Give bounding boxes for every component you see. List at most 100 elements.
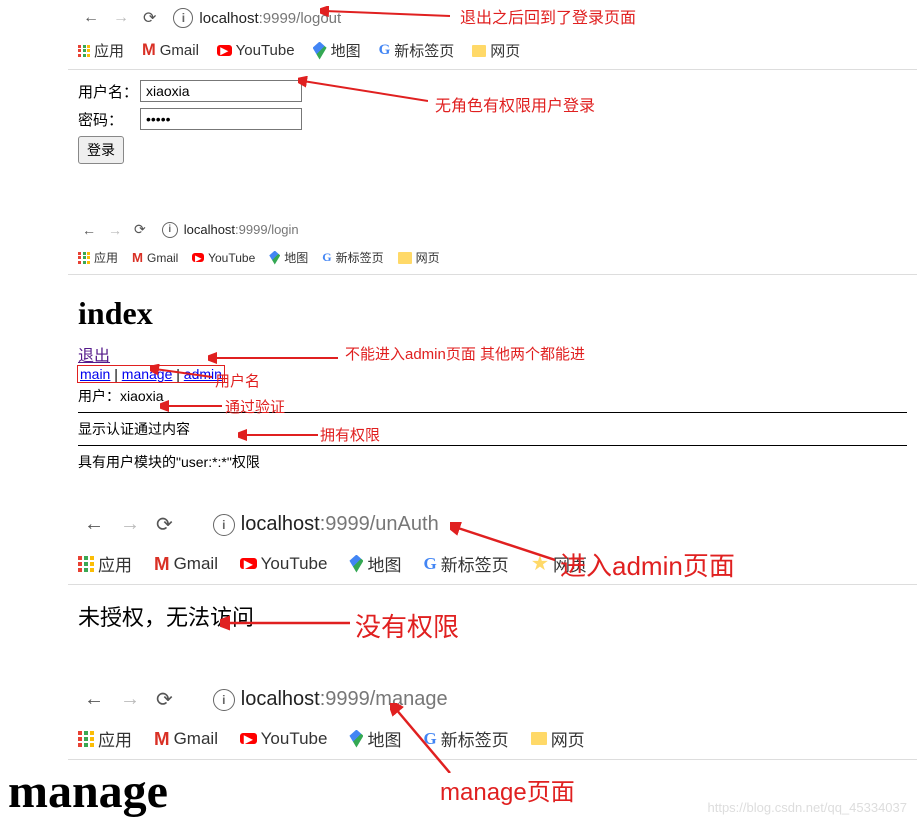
- bookmark-label: 应用: [94, 40, 124, 61]
- bookmark-label: YouTube: [236, 42, 295, 59]
- reload-icon[interactable]: ⟳: [150, 508, 179, 541]
- bookmark-label: 新标签页: [441, 726, 509, 751]
- site-info-icon[interactable]: i: [213, 514, 235, 536]
- gmail-icon: M: [142, 41, 156, 60]
- address-bar[interactable]: i localhost:9999/unAuth: [213, 513, 439, 536]
- bookmark-maps[interactable]: 地图: [269, 249, 308, 266]
- youtube-icon: ▶: [240, 733, 257, 745]
- back-icon[interactable]: ←: [78, 509, 110, 540]
- bookmark-youtube[interactable]: ▶ YouTube: [240, 554, 327, 574]
- password-label: 密码：: [78, 109, 140, 130]
- link-main[interactable]: main: [80, 366, 110, 382]
- bookmark-newtab[interactable]: G新标签页: [322, 249, 383, 266]
- address-bar[interactable]: i localhost:9999/logout: [173, 8, 341, 28]
- bookmark-newtab[interactable]: G新标签页: [423, 551, 508, 576]
- back-icon[interactable]: ←: [78, 221, 100, 239]
- bookmark-label: 新标签页: [441, 551, 509, 576]
- bookmarks-bar: 应用 MGmail ▶ YouTube 地图 G新标签页 网页: [68, 245, 917, 275]
- bookmark-gmail[interactable]: MGmail: [154, 553, 218, 575]
- username-label: 用户名：: [78, 81, 140, 102]
- bookmark-label: 地图: [331, 40, 361, 61]
- gmail-icon: M: [154, 728, 170, 750]
- youtube-icon: ▶: [192, 253, 204, 261]
- user-line: 用户：xiaoxia: [78, 386, 907, 406]
- page-title: index: [78, 295, 907, 332]
- bookmark-apps[interactable]: 应用: [78, 726, 132, 751]
- password-input[interactable]: [140, 108, 302, 130]
- bookmark-label: 网页: [553, 551, 587, 576]
- maps-icon: [349, 730, 363, 748]
- site-info-icon[interactable]: i: [162, 222, 178, 238]
- google-icon: G: [423, 729, 436, 749]
- forward-icon[interactable]: →: [114, 684, 146, 715]
- link-manage[interactable]: manage: [122, 366, 173, 382]
- bookmark-youtube[interactable]: ▶ YouTube: [240, 729, 327, 749]
- bookmark-label: Gmail: [174, 729, 218, 749]
- bookmark-maps[interactable]: 地图: [349, 726, 401, 751]
- reload-icon[interactable]: ⟳: [130, 220, 150, 239]
- forward-icon[interactable]: →: [108, 7, 134, 29]
- login-button[interactable]: 登录: [78, 136, 124, 164]
- reload-icon[interactable]: ⟳: [138, 6, 161, 30]
- nav-links-box: main | manage | admin: [78, 366, 224, 382]
- maps-icon: [313, 42, 327, 60]
- google-icon: G: [423, 554, 436, 574]
- username-input[interactable]: [140, 80, 302, 102]
- bookmark-label: Gmail: [160, 42, 199, 59]
- bookmark-label: 应用: [94, 249, 118, 266]
- bookmark-youtube[interactable]: ▶ YouTube: [217, 42, 295, 59]
- forward-icon[interactable]: →: [114, 509, 146, 540]
- apps-icon: [78, 731, 94, 747]
- youtube-icon: ▶: [217, 45, 232, 56]
- browser-toolbar: ← → ⟳ i localhost:9999/manage: [68, 677, 917, 722]
- watermark: https://blog.csdn.net/qq_45334037: [708, 800, 908, 815]
- reload-icon[interactable]: ⟳: [150, 683, 179, 716]
- url-text: localhost:9999/manage: [241, 688, 448, 711]
- back-icon[interactable]: ←: [78, 7, 104, 29]
- bookmark-maps[interactable]: 地图: [313, 40, 361, 61]
- bookmark-maps[interactable]: 地图: [349, 551, 401, 576]
- bookmark-web[interactable]: 网页: [531, 726, 585, 751]
- forward-icon[interactable]: →: [104, 221, 126, 239]
- bookmarks-bar: 应用 MGmail ▶ YouTube 地图 G新标签页 网页: [68, 722, 917, 760]
- bookmark-label: YouTube: [208, 251, 255, 265]
- bookmark-youtube[interactable]: ▶ YouTube: [192, 251, 255, 265]
- unauth-text: 未授权，无法访问: [78, 600, 907, 632]
- bookmark-gmail[interactable]: MGmail: [132, 250, 178, 265]
- bookmark-label: 应用: [98, 551, 132, 576]
- bookmark-label: Gmail: [174, 554, 218, 574]
- bookmark-apps[interactable]: 应用: [78, 249, 118, 266]
- bookmark-web[interactable]: 网页: [398, 249, 440, 266]
- separator: [78, 445, 907, 446]
- page-body: index 退出 main | manage | admin 用户：xiaoxi…: [68, 275, 917, 482]
- bookmark-newtab[interactable]: G新标签页: [423, 726, 508, 751]
- bookmark-label: YouTube: [261, 554, 328, 574]
- bookmark-label: Gmail: [147, 251, 178, 265]
- bookmark-web[interactable]: 网页: [472, 40, 520, 61]
- star-icon: ★: [531, 551, 549, 576]
- separator: [78, 412, 907, 413]
- bookmark-gmail[interactable]: MGmail: [154, 728, 218, 750]
- bookmark-label: 新标签页: [394, 40, 454, 61]
- bookmark-label: YouTube: [261, 729, 328, 749]
- browser-toolbar: ← → ⟳ i localhost:9999/login: [68, 214, 917, 245]
- browser-toolbar: ← → ⟳ i localhost:9999/unAuth: [68, 502, 917, 547]
- bookmark-newtab[interactable]: G 新标签页: [379, 40, 455, 61]
- folder-icon: [531, 732, 547, 745]
- back-icon[interactable]: ←: [78, 684, 110, 715]
- youtube-icon: ▶: [240, 558, 257, 570]
- maps-icon: [269, 251, 280, 265]
- address-bar[interactable]: i localhost:9999/login: [162, 222, 299, 238]
- logout-link[interactable]: 退出: [78, 348, 110, 365]
- site-info-icon[interactable]: i: [173, 8, 193, 28]
- bookmark-gmail[interactable]: M Gmail: [142, 41, 199, 60]
- link-admin[interactable]: admin: [184, 366, 222, 382]
- bookmark-web[interactable]: ★网页: [531, 551, 587, 576]
- bookmark-label: 网页: [416, 249, 440, 266]
- bookmark-apps[interactable]: 应用: [78, 40, 124, 61]
- apps-icon: [78, 45, 90, 57]
- address-bar[interactable]: i localhost:9999/manage: [213, 688, 448, 711]
- maps-icon: [349, 555, 363, 573]
- site-info-icon[interactable]: i: [213, 689, 235, 711]
- bookmark-apps[interactable]: 应用: [78, 551, 132, 576]
